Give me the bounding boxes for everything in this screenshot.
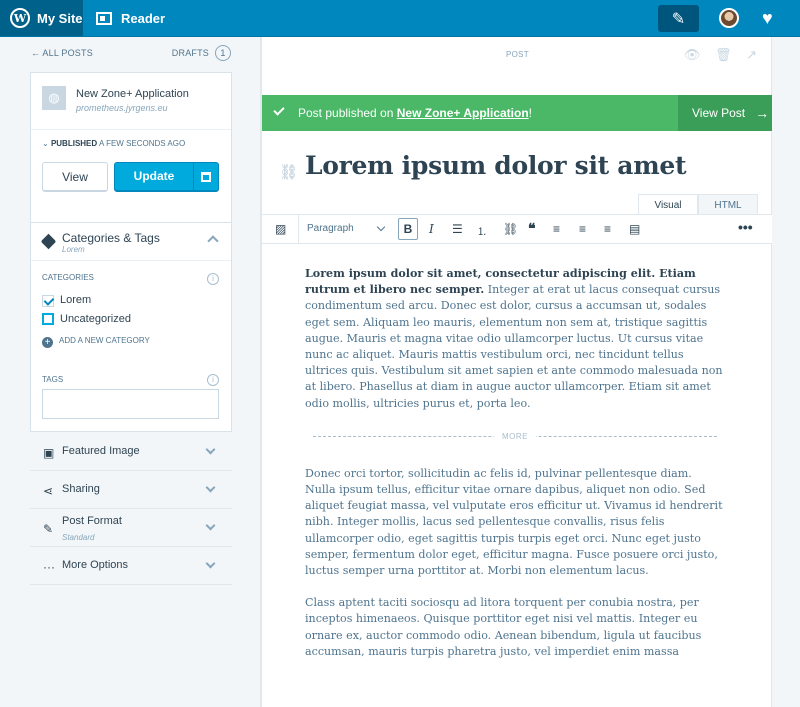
editor-sidebar: ← ALL POSTS DRAFTS 1 ◍ New Zone+ Applica… (0, 37, 261, 707)
view-button[interactable]: View (42, 162, 108, 192)
arrow-right-icon: → (755, 105, 770, 121)
view-post-button[interactable]: View Post → (678, 95, 773, 131)
tab-html[interactable]: HTML (698, 194, 758, 215)
drafts-link[interactable]: DRAFTS (172, 48, 209, 58)
insert-more-icon[interactable]: ▤ (629, 222, 640, 236)
add-media-icon[interactable]: ▨ (275, 222, 286, 236)
plus-icon: + (42, 337, 53, 348)
share-icon: ⋖ (43, 484, 54, 498)
my-site-label: My Site (37, 10, 83, 26)
categories-tags-header[interactable]: Categories & Tags Lorem (31, 223, 231, 261)
notice-text: Post published on New Zone+ Application! (298, 106, 532, 120)
chevron-down-icon (205, 520, 216, 531)
bold-button[interactable]: B (398, 218, 418, 240)
post-editor: POST 👁 🗑 ↗ Post published on New Zone+ A… (261, 37, 773, 707)
editor-actions: 👁 🗑 ↗ (673, 47, 757, 63)
paragraph: Donec orci tortor, sollicitudin ac felis… (305, 466, 723, 578)
link-icon[interactable]: ⛓ (503, 222, 518, 236)
page-background (772, 37, 800, 707)
format-select[interactable]: Paragraph (307, 223, 354, 234)
categories-tags-subtitle: Lorem (62, 245, 85, 254)
info-icon[interactable]: i (207, 273, 219, 285)
more-tag-label: MORE (494, 428, 536, 446)
permalink-icon[interactable]: ⛓ (279, 163, 298, 181)
featured-image-section[interactable]: ▣ Featured Image (30, 433, 232, 471)
chevron-down-icon (205, 482, 216, 493)
divider (298, 215, 299, 244)
blockquote-icon[interactable]: ❝ (528, 220, 536, 237)
image-icon: ▣ (43, 446, 55, 460)
update-button-group: Update (114, 162, 219, 192)
reader-icon (96, 11, 112, 25)
numbered-list-icon[interactable]: ⒈ (477, 223, 487, 238)
site-card: ◍ New Zone+ Application prometheus.jyrge… (30, 72, 232, 236)
divider (31, 129, 231, 130)
notice-site-link[interactable]: New Zone+ Application (397, 106, 529, 120)
featured-image-label: Featured Image (62, 445, 140, 457)
sidebar-header: ← ALL POSTS DRAFTS 1 (31, 45, 231, 63)
chevron-down-icon (205, 444, 216, 455)
paragraph: Lorem ipsum dolor sit amet, consectetur … (305, 267, 723, 410)
categories-tags-title: Categories & Tags (62, 231, 160, 245)
site-url: prometheus.jyrgens.eu (76, 103, 168, 113)
chevron-up-icon (207, 235, 219, 247)
format-icon: ✎ (43, 522, 54, 536)
trash-icon[interactable]: 🗑 (715, 47, 732, 62)
avatar[interactable] (719, 8, 739, 28)
tag-icon (40, 233, 57, 250)
wordpress-logo-icon: W (10, 8, 30, 28)
category-checkbox-uncategorized[interactable] (42, 313, 54, 325)
more-options-section[interactable]: ··· More Options (30, 547, 232, 585)
schedule-button[interactable] (193, 163, 218, 190)
my-site-link[interactable]: W My Site (0, 0, 83, 36)
site-name: New Zone+ Application (76, 88, 189, 100)
calendar-icon (201, 171, 211, 182)
categories-label: CATEGORIES (42, 273, 94, 282)
sharing-section[interactable]: ⋖ Sharing (30, 471, 232, 509)
update-button[interactable]: Update (115, 163, 193, 190)
category-label-lorem: Lorem (60, 294, 92, 306)
category-checkbox-lorem[interactable] (42, 295, 54, 307)
preview-icon[interactable]: 👁 (684, 47, 701, 62)
post-format-section[interactable]: ✎ Post Format Standard (30, 509, 232, 547)
published-notice: Post published on New Zone+ Application!… (262, 95, 773, 131)
masterbar: W My Site Reader ✎ ♥ (0, 0, 800, 37)
bullet-list-icon[interactable]: ☰ (452, 222, 463, 236)
italic-button[interactable]: I (429, 222, 434, 236)
chevron-down-icon (205, 558, 216, 569)
published-status[interactable]: ⌄ PUBLISHED A FEW SECONDS AGO (42, 139, 185, 148)
write-post-button[interactable]: ✎ (658, 5, 699, 32)
align-right-icon[interactable]: ≡ (604, 222, 611, 236)
checkmark-icon (273, 104, 285, 116)
paragraph: Class aptent taciti sociosqu ad litora t… (305, 596, 702, 658)
reader-link[interactable]: Reader (83, 0, 165, 36)
formatting-toolbar: ▨ Paragraph B I ☰ ⒈ ⛓ ❝ ≡ ≡ ≡ ▤ ••• (262, 214, 773, 244)
reader-label: Reader (121, 10, 166, 26)
sharing-label: Sharing (62, 483, 100, 495)
drafts-count-badge: 1 (215, 45, 231, 61)
globe-icon: ◍ (42, 86, 66, 110)
external-link-icon[interactable]: ↗ (746, 47, 757, 62)
notifications-icon[interactable]: ♥ (762, 8, 773, 29)
align-left-icon[interactable]: ≡ (553, 222, 560, 236)
add-category-button[interactable]: + ADD A NEW CATEGORY (42, 336, 150, 348)
align-center-icon[interactable]: ≡ (579, 222, 586, 236)
tags-label: TAGS (42, 375, 64, 384)
more-tag-divider: MORE (305, 428, 725, 448)
tab-visual[interactable]: Visual (638, 194, 698, 215)
all-posts-link[interactable]: ← ALL POSTS (31, 48, 93, 58)
pencil-icon: ✎ (671, 10, 686, 28)
ellipsis-icon: ··· (43, 560, 55, 574)
chevron-down-icon (376, 222, 386, 232)
tags-input[interactable] (42, 389, 219, 419)
category-label-uncategorized: Uncategorized (60, 313, 131, 325)
post-format-value: Standard (62, 533, 95, 542)
more-options-label: More Options (62, 559, 129, 571)
info-icon[interactable]: i (207, 374, 219, 386)
post-title[interactable]: Lorem ipsum dolor sit amet (305, 151, 687, 180)
more-tools-icon[interactable]: ••• (738, 219, 753, 235)
categories-tags-panel: Categories & Tags Lorem CATEGORIES i Lor… (30, 222, 232, 432)
post-content[interactable]: Lorem ipsum dolor sit amet, consectetur … (305, 266, 725, 676)
post-format-label: Post Format (62, 515, 122, 527)
